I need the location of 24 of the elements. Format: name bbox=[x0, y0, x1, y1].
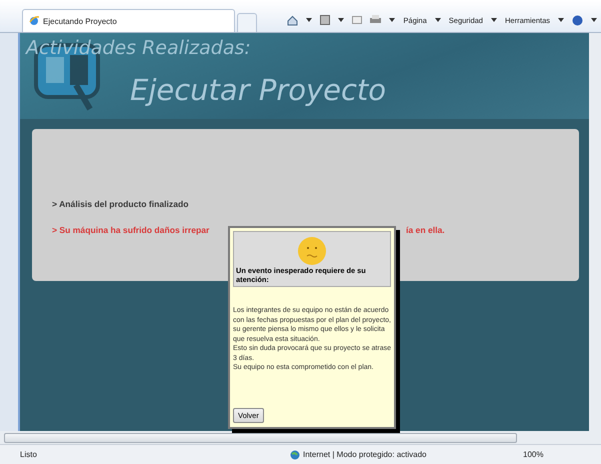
globe-icon bbox=[290, 450, 300, 460]
caret-icon bbox=[591, 18, 597, 22]
log-message: > Análisis del producto finalizado bbox=[52, 199, 188, 209]
log-message: > Su máquina ha sufrido daños irrepar bbox=[52, 225, 210, 235]
caret-icon bbox=[490, 18, 497, 22]
scrollbar-thumb[interactable] bbox=[4, 432, 517, 442]
status-text: Listo bbox=[20, 450, 38, 459]
printer-icon[interactable] bbox=[370, 15, 382, 25]
help-icon[interactable] bbox=[572, 14, 583, 26]
browser-tab[interactable]: Ejecutando Proyecto bbox=[22, 9, 235, 32]
caret-icon bbox=[558, 18, 564, 22]
caret-icon bbox=[434, 18, 441, 22]
vertical-scrollbar[interactable] bbox=[589, 33, 601, 431]
worried-face-icon bbox=[297, 236, 327, 266]
security-zone: Internet | Modo protegido: activado bbox=[303, 450, 428, 459]
browser-icon bbox=[29, 16, 39, 26]
caret-icon bbox=[306, 18, 312, 22]
page-title: Ejecutar Proyecto bbox=[130, 73, 386, 107]
caret-icon bbox=[338, 18, 344, 22]
subtitle: Actividades Realizadas: bbox=[26, 37, 251, 59]
zoom-level[interactable]: 100% bbox=[523, 450, 544, 459]
home-icon[interactable] bbox=[287, 14, 298, 26]
log-message: ía en ella. bbox=[406, 225, 445, 235]
caret-icon bbox=[389, 18, 396, 22]
